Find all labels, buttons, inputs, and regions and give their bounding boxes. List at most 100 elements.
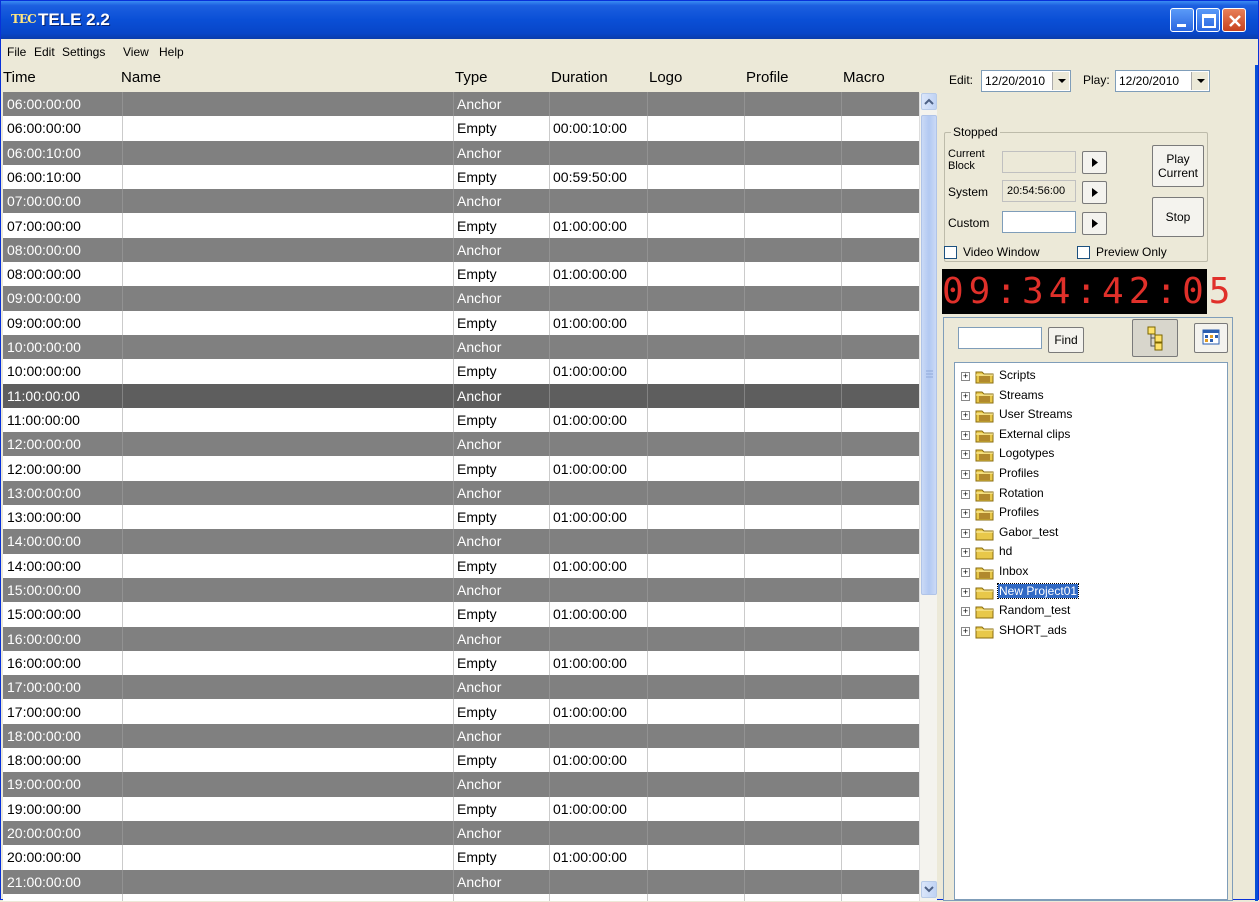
cell-macro[interactable] [841,481,919,505]
cell-duration[interactable]: 01:00:00:00 [549,214,646,238]
cell-macro[interactable] [841,432,919,456]
grid-view-button[interactable] [1194,323,1228,353]
cell-time[interactable]: 19:00:00:00 [3,772,121,796]
cell-logo[interactable] [647,335,743,359]
cell-macro[interactable] [841,141,919,165]
table-row[interactable]: 10:00:00:00 Anchor [3,335,919,360]
cell-profile[interactable] [744,529,840,553]
cell-type[interactable]: Anchor [453,724,548,748]
cell-profile[interactable] [744,675,840,699]
cell-duration[interactable]: 01:00:00:00 [549,602,646,626]
cell-logo[interactable] [647,700,743,724]
table-row[interactable]: 18:00:00:00 Empty 01:00:00:00 [3,748,919,773]
table-row[interactable]: 06:00:10:00 Anchor [3,140,919,165]
cell-profile[interactable] [744,700,840,724]
current-block-go-button[interactable] [1082,151,1107,174]
media-tree[interactable]: + Scripts + Streams + User Streams + External c… [954,362,1228,900]
find-input[interactable] [958,327,1042,349]
cell-name[interactable] [122,116,452,140]
cell-type[interactable]: Anchor [453,675,548,699]
cell-profile[interactable] [744,651,840,675]
scroll-down-button[interactable] [921,881,937,898]
cell-type[interactable]: Anchor [453,578,548,602]
cell-macro[interactable] [841,627,919,651]
cell-type[interactable]: Anchor [453,821,548,845]
cell-time[interactable]: 09:00:00:00 [3,286,121,310]
cell-duration[interactable]: 01:00:00:00 [549,359,646,383]
cell-logo[interactable] [647,797,743,821]
menu-view[interactable]: View [123,45,149,59]
cell-macro[interactable] [841,311,919,335]
cell-macro[interactable] [841,797,919,821]
cell-logo[interactable] [647,578,743,602]
table-row[interactable]: 08:00:00:00 Anchor [3,237,919,263]
cell-logo[interactable] [647,748,743,772]
cell-profile[interactable] [744,481,840,505]
table-row[interactable]: 13:00:00:00 Anchor [3,480,919,506]
dropdown-button[interactable] [1052,72,1069,90]
menu-help[interactable]: Help [159,45,184,59]
cell-profile[interactable] [744,432,840,456]
cell-type[interactable]: Anchor [453,238,548,262]
cell-type[interactable]: Anchor [453,627,548,651]
cell-duration[interactable] [549,529,646,553]
table-row[interactable]: 09:00:00:00 Anchor [3,286,919,311]
cell-time[interactable]: 12:00:00:00 [3,457,121,481]
cell-time[interactable]: 06:00:00:00 [3,92,121,116]
cell-time[interactable]: 16:00:00:00 [3,651,121,675]
table-row[interactable]: 06:00:00:00 Empty 00:00:10:00 [3,116,919,141]
cell-profile[interactable] [744,214,840,238]
cell-macro[interactable] [841,821,919,845]
cell-time[interactable]: 07:00:00:00 [3,214,121,238]
cell-type[interactable]: Anchor [453,335,548,359]
custom-time-input[interactable] [1002,211,1076,233]
cell-logo[interactable] [647,141,743,165]
cell-duration[interactable]: 01:00:00:00 [549,700,646,724]
col-time-header[interactable]: Time [3,69,36,86]
cell-duration[interactable] [549,627,646,651]
col-logo-header[interactable]: Logo [649,69,682,86]
cell-time[interactable]: 06:00:10:00 [3,141,121,165]
cell-profile[interactable] [744,165,840,189]
cell-type[interactable]: Empty [453,651,548,675]
cell-type[interactable]: Anchor [453,189,548,213]
cell-macro[interactable] [841,189,919,213]
cell-name[interactable] [122,748,452,772]
cell-name[interactable] [122,311,452,335]
video-window-checkbox[interactable] [944,246,957,259]
cell-logo[interactable] [647,845,743,869]
cell-duration[interactable] [549,238,646,262]
cell-time[interactable]: 07:00:00:00 [3,189,121,213]
cell-macro[interactable] [841,505,919,529]
expand-icon[interactable]: + [961,450,970,460]
cell-duration[interactable] [549,384,646,408]
minimize-button[interactable] [1170,8,1194,32]
cell-logo[interactable] [647,481,743,505]
find-button[interactable]: Find [1048,327,1084,353]
cell-duration[interactable] [549,724,646,748]
cell-time[interactable]: 08:00:00:00 [3,262,121,286]
expand-icon[interactable]: + [961,411,970,421]
cell-name[interactable] [122,335,452,359]
cell-logo[interactable] [647,238,743,262]
cell-time[interactable]: 11:00:00:00 [3,408,121,432]
cell-logo[interactable] [647,651,743,675]
table-row[interactable]: 12:00:00:00 Anchor [3,432,919,457]
cell-macro[interactable] [841,359,919,383]
cell-time[interactable]: 15:00:00:00 [3,578,121,602]
menu-file[interactable]: File [7,45,26,59]
cell-type[interactable]: Empty [453,116,548,140]
cell-duration[interactable]: 01:00:00:00 [549,554,646,578]
cell-duration[interactable] [549,286,646,310]
cell-logo[interactable] [647,165,743,189]
cell-profile[interactable] [744,286,840,310]
cell-profile[interactable] [744,602,840,626]
cell-logo[interactable] [647,772,743,796]
cell-name[interactable] [122,845,452,869]
cell-name[interactable] [122,602,452,626]
cell-time[interactable]: 08:00:00:00 [3,238,121,262]
cell-duration[interactable]: 00:00:10:00 [549,116,646,140]
cell-time[interactable]: 18:00:00:00 [3,748,121,772]
title-bar[interactable]: TEC TELE 2.2 [1,1,1258,39]
cell-name[interactable] [122,821,452,845]
